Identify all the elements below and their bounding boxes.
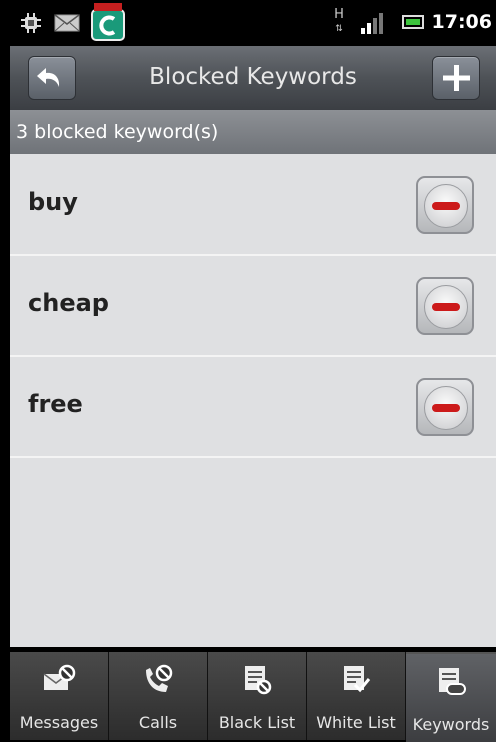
tab-label: Messages bbox=[19, 713, 99, 732]
battery-icon bbox=[402, 15, 424, 29]
messages-block-icon bbox=[43, 664, 76, 690]
delete-keyword-button[interactable] bbox=[416, 277, 474, 335]
plus-icon bbox=[443, 65, 470, 91]
tab-calls[interactable]: Calls bbox=[109, 652, 208, 740]
tab-label: Keywords bbox=[412, 715, 490, 734]
keywords-icon bbox=[439, 668, 466, 695]
keyword-label: cheap bbox=[28, 289, 109, 317]
list-item[interactable]: buy bbox=[10, 154, 496, 256]
white-list-icon bbox=[344, 666, 371, 693]
minus-icon bbox=[424, 285, 468, 329]
tab-messages[interactable]: Messages bbox=[10, 652, 109, 740]
status-time: 17:06 bbox=[431, 11, 492, 33]
status-bar: H ⇅ 17:06 bbox=[10, 0, 496, 46]
keyword-list: buy cheap free bbox=[10, 154, 496, 647]
signal-bars-icon bbox=[361, 13, 383, 34]
tab-black-list[interactable]: Black List bbox=[208, 652, 307, 740]
bottom-tab-bar: Messages Calls Black List White List Key… bbox=[10, 652, 496, 742]
blocked-count-bar: 3 blocked keyword(s) bbox=[10, 110, 496, 154]
minus-icon bbox=[424, 184, 468, 228]
page-title: Blocked Keywords bbox=[149, 64, 357, 90]
keyword-label: free bbox=[28, 390, 83, 418]
network-h-icon: H ⇅ bbox=[334, 7, 344, 34]
tab-label: Calls bbox=[138, 713, 178, 732]
app-window: H ⇅ 17:06 Blocked Keywords 3 blocked keyw… bbox=[10, 0, 496, 742]
add-keyword-button[interactable] bbox=[432, 56, 480, 100]
keyword-label: buy bbox=[28, 188, 78, 216]
android-system-icon bbox=[21, 13, 41, 33]
black-list-icon bbox=[245, 666, 272, 695]
mail-icon bbox=[54, 14, 80, 32]
tab-keywords[interactable]: Keywords bbox=[406, 652, 496, 742]
delete-keyword-button[interactable] bbox=[416, 176, 474, 234]
tab-white-list[interactable]: White List bbox=[307, 652, 406, 740]
calls-block-icon bbox=[146, 664, 173, 692]
minus-icon bbox=[424, 386, 468, 430]
list-item[interactable]: free bbox=[10, 356, 496, 458]
list-item[interactable]: cheap bbox=[10, 255, 496, 357]
delete-keyword-button[interactable] bbox=[416, 378, 474, 436]
tab-label: White List bbox=[316, 713, 396, 732]
tab-label: Black List bbox=[218, 713, 296, 732]
title-bar: Blocked Keywords bbox=[10, 46, 496, 111]
comodo-app-icon bbox=[91, 3, 125, 41]
